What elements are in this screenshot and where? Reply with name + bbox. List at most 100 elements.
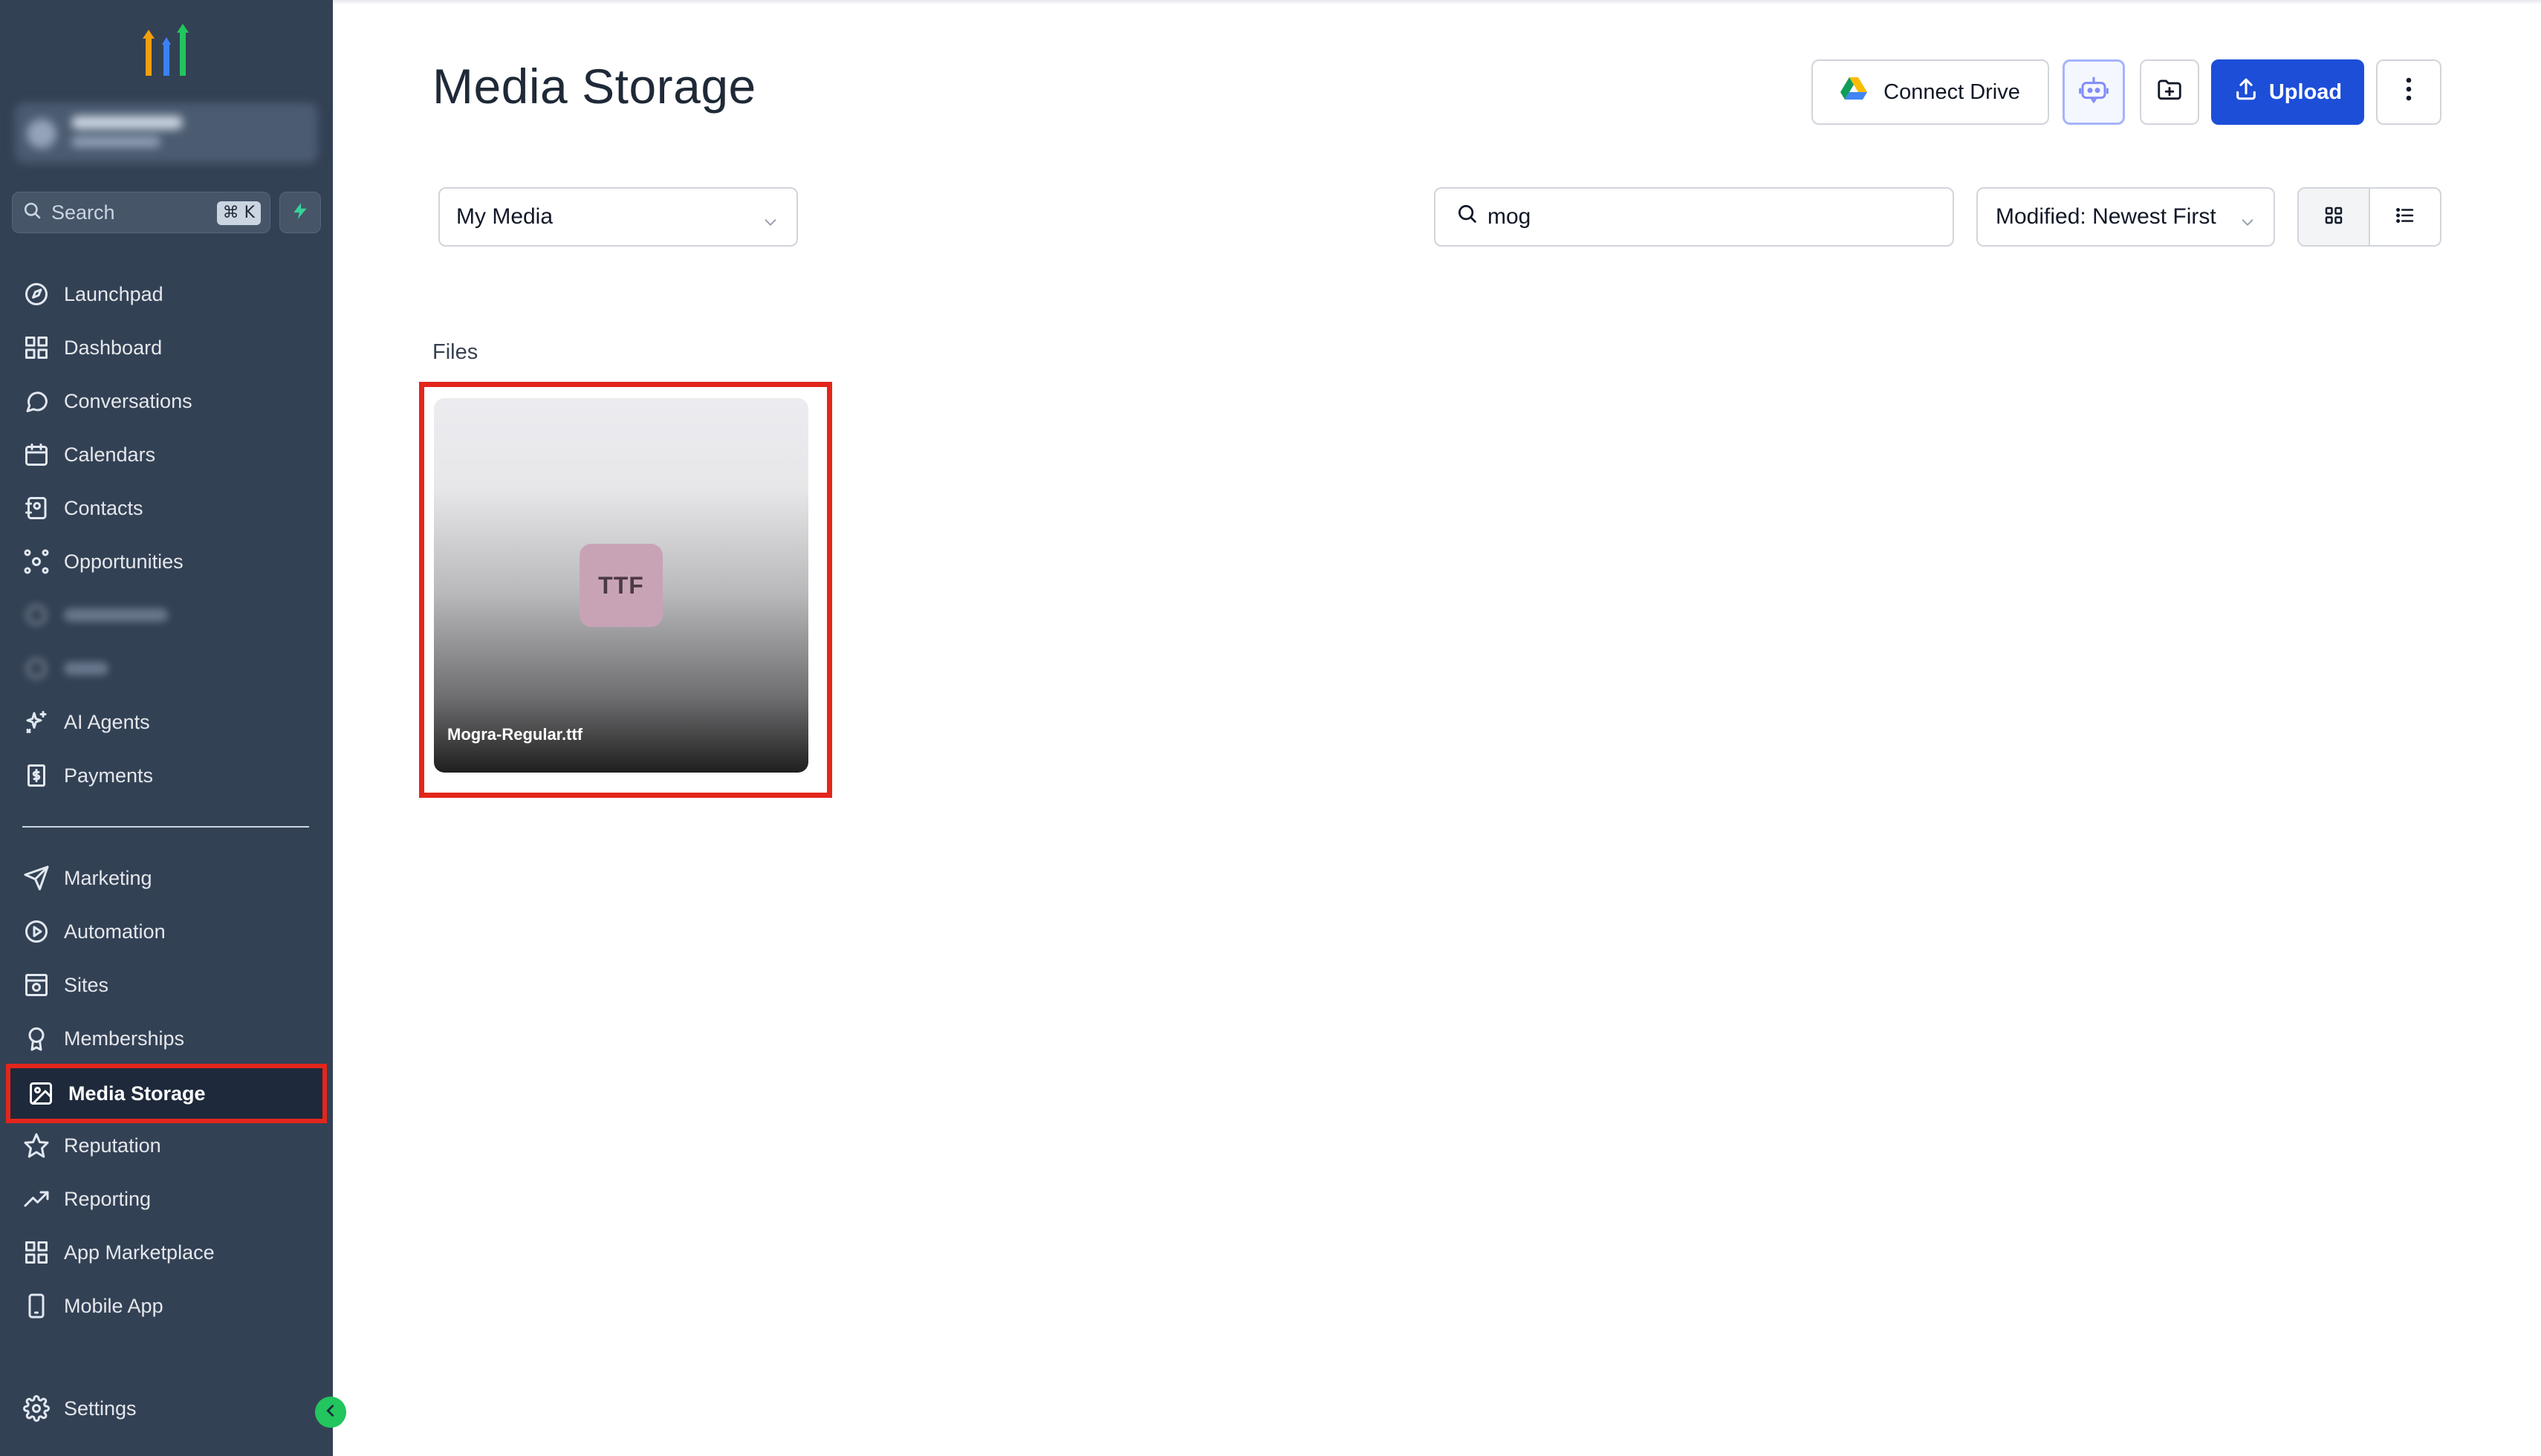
sidebar-item-media-storage[interactable]: Media Storage [6,1064,327,1123]
sidebar-item-memberships[interactable]: Memberships [0,1016,333,1061]
sidebar-search[interactable]: Search ⌘ K [12,192,270,233]
grid-icon [22,334,51,362]
sidebar-item-sites[interactable]: Sites [0,963,333,1007]
sidebar-item-mobile-app[interactable]: Mobile App [0,1284,333,1328]
sidebar-item-label: Calendars [64,443,156,466]
logo[interactable] [132,22,201,82]
collapse-sidebar-button[interactable] [315,1397,346,1428]
grid-view-button[interactable] [2299,189,2370,245]
account-subtitle [71,137,160,147]
upload-button[interactable]: Upload [2211,59,2364,125]
chevron-down-icon [762,211,779,236]
blurred-icon [22,601,51,629]
sidebar-item-label: Reporting [64,1187,152,1210]
file-search-input[interactable]: mog [1434,187,1954,247]
chevron-down-icon [2239,211,2256,236]
sidebar-item-label: Opportunities [64,550,184,573]
calendar-icon [22,441,51,469]
top-shadow [333,0,2541,4]
sort-value: Modified: Newest First [1996,204,2216,229]
chevron-left-icon [322,1403,339,1423]
star-icon [22,1131,51,1160]
new-folder-button[interactable] [2140,59,2199,125]
grid-icon [2323,204,2345,230]
rocket-icon [22,280,51,308]
connect-drive-label: Connect Drive [1883,79,2020,104]
sidebar-item-hidden-1[interactable] [0,593,333,637]
sidebar-item-calendars[interactable]: Calendars [0,432,333,477]
files-section-label: Files [432,340,478,364]
lightning-icon [291,201,310,224]
automation-icon [22,917,51,946]
sidebar-item-label: Conversations [64,389,192,412]
file-name: Mogra-Regular.ttf [447,725,583,744]
sites-icon [22,971,51,999]
badge-icon [22,1024,51,1053]
blurred-label [64,608,168,622]
file-search-value: mog [1487,204,1531,229]
sidebar: Search ⌘ K Launchpad Dashboard Conversat… [0,0,346,1456]
list-icon [2394,204,2416,230]
sidebar-item-payments[interactable]: Payments [0,753,333,798]
sidebar-item-dashboard[interactable]: Dashboard [0,325,333,370]
opportunities-icon [22,547,51,576]
sidebar-item-label: Media Storage [68,1082,206,1105]
robot-icon [2079,74,2109,110]
account-switcher[interactable] [15,103,318,163]
contacts-icon [22,494,51,522]
sort-select[interactable]: Modified: Newest First [1976,187,2275,247]
more-vertical-icon [2404,76,2413,108]
image-icon [27,1079,55,1108]
avatar [27,119,56,149]
more-options-button[interactable] [2376,59,2441,125]
grid-icon [22,1238,51,1267]
blurred-label [64,662,108,675]
sidebar-item-label: Memberships [64,1027,185,1050]
list-view-button[interactable] [2370,189,2440,245]
sidebar-item-settings[interactable]: Settings [0,1386,333,1431]
sidebar-item-label: AI Agents [64,710,150,733]
file-card[interactable]: TTF Mogra-Regular.ttf [434,398,808,773]
connect-drive-button[interactable]: Connect Drive [1811,59,2049,125]
sidebar-item-label: Contacts [64,496,143,519]
sidebar-item-reporting[interactable]: Reporting [0,1177,333,1221]
sparkle-icon [22,708,51,736]
file-type-badge: TTF [580,544,663,627]
quick-action-button[interactable] [279,192,321,233]
app-root: Search ⌘ K Launchpad Dashboard Conversat… [0,0,2541,1456]
sidebar-item-opportunities[interactable]: Opportunities [0,539,333,584]
sidebar-item-reputation[interactable]: Reputation [0,1123,333,1168]
sidebar-item-conversations[interactable]: Conversations [0,379,333,423]
sidebar-item-launchpad[interactable]: Launchpad [0,272,333,316]
send-icon [22,864,51,892]
sidebar-item-automation[interactable]: Automation [0,909,333,954]
upload-icon [2233,77,2269,108]
search-icon [23,201,42,224]
view-toggle [2297,187,2441,247]
google-drive-icon [1840,77,1868,107]
account-name [71,116,183,129]
sidebar-item-label: Automation [64,920,166,943]
sidebar-item-label: Payments [64,764,154,787]
sidebar-search-label: Search [51,201,115,224]
sidebar-item-label: Marketing [64,866,152,889]
sidebar-item-label: Launchpad [64,282,163,305]
phone-icon [22,1292,51,1320]
search-icon [1456,203,1479,231]
upload-label: Upload [2268,79,2343,104]
sidebar-item-label: Sites [64,973,109,996]
sidebar-item-label: Reputation [64,1134,161,1157]
sidebar-item-label: Settings [64,1397,137,1420]
sidebar-divider [22,826,309,828]
chat-icon [22,387,51,415]
sidebar-item-ai-agents[interactable]: AI Agents [0,700,333,744]
folder-plus-icon [2155,75,2184,109]
sidebar-item-marketing[interactable]: Marketing [0,856,333,900]
sidebar-item-contacts[interactable]: Contacts [0,486,333,530]
page-title: Media Storage [432,59,756,114]
media-source-select[interactable]: My Media [438,187,798,247]
sidebar-item-hidden-2[interactable] [0,646,333,691]
ai-assistant-button[interactable] [2063,59,2125,125]
sidebar-item-app-marketplace[interactable]: App Marketplace [0,1230,333,1275]
media-source-value: My Media [456,204,554,229]
